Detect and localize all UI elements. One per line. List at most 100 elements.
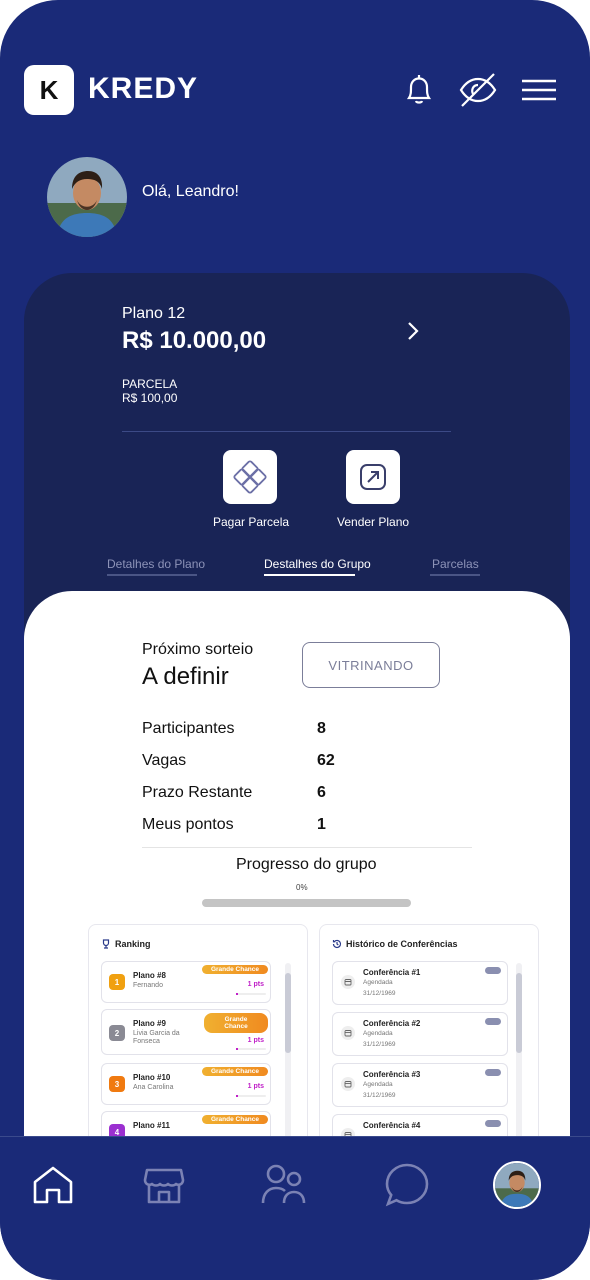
stat-label: Meus pontos xyxy=(142,816,234,833)
conference-status: Agendada xyxy=(363,979,393,986)
sell-plan-label: Vender Plano xyxy=(337,515,410,529)
chance-badge: Grande Chance xyxy=(204,1013,268,1033)
scrollbar-thumb[interactable] xyxy=(285,973,291,1053)
tab-group-details[interactable]: Destalhes do Grupo xyxy=(264,557,371,571)
stat-label: Prazo Restante xyxy=(142,784,253,801)
tab-plan-details[interactable]: Detalhes do Plano xyxy=(107,557,205,571)
conference-status: Agendada xyxy=(363,1081,393,1088)
conference-item[interactable]: Conferência #3 Agendada 31/12/1969 xyxy=(332,1063,508,1107)
rank-name: Ana Carolina xyxy=(133,1084,174,1091)
ranking-title: Ranking xyxy=(115,939,151,949)
history-title: Histórico de Conferências xyxy=(346,939,458,949)
rank-plan: Plano #10 xyxy=(133,1073,171,1082)
ranking-item[interactable]: 1 Plano #8 Fernando Grande Chance 1 pts xyxy=(101,961,271,1003)
sell-plan-button[interactable] xyxy=(346,450,400,504)
store-icon[interactable] xyxy=(140,1161,188,1209)
rank-name: Livia Garcia da Fonseca xyxy=(133,1030,180,1045)
stat-value: 62 xyxy=(317,752,335,769)
bottom-navigation xyxy=(0,1136,590,1280)
next-draw-label: Próximo sorteio xyxy=(142,641,254,658)
ranking-item[interactable]: 3 Plano #10 Ana Carolina Grande Chance 1… xyxy=(101,1063,271,1105)
conference-item[interactable]: Conferência #2 Agendada 31/12/1969 xyxy=(332,1012,508,1056)
pay-installment-label: Pagar Parcela xyxy=(213,515,290,529)
conference-title: Conferência #1 xyxy=(363,968,421,977)
ranking-card: Ranking 1 Plano #8 Fernando Grande Chanc… xyxy=(88,924,308,1164)
eye-off-icon[interactable] xyxy=(458,70,498,110)
app-screen: K KREDY Olá, Leandro! Plano 12 R$ 10.000… xyxy=(0,0,590,1280)
points-bar xyxy=(236,1095,266,1097)
ranking-item[interactable]: 2 Plano #9 Livia Garcia da Fonseca Grand… xyxy=(101,1009,271,1055)
tab-underline-active xyxy=(264,574,355,576)
stat-value: 1 xyxy=(317,816,326,833)
next-draw-value: A definir xyxy=(142,663,229,690)
progress-title: Progresso do grupo xyxy=(236,856,377,873)
rank-number: 3 xyxy=(109,1076,125,1092)
rank-plan: Plano #8 xyxy=(133,971,166,980)
tab-installments[interactable]: Parcelas xyxy=(432,557,479,571)
rank-points: 1 pts xyxy=(247,1083,264,1090)
status-tag xyxy=(485,967,501,974)
stat-value: 8 xyxy=(317,720,326,737)
rank-plan: Plano #9 xyxy=(133,1019,166,1028)
scrollbar[interactable] xyxy=(285,963,291,1141)
status-tag xyxy=(485,1069,501,1076)
people-icon[interactable] xyxy=(260,1161,308,1209)
home-icon[interactable] xyxy=(29,1161,77,1209)
parcela-value: R$ 100,00 xyxy=(122,391,178,405)
tab-underline xyxy=(107,574,197,576)
points-bar xyxy=(236,1048,266,1050)
trophy-icon xyxy=(102,939,110,949)
greeting: Olá, Leandro! xyxy=(142,183,239,200)
user-avatar[interactable] xyxy=(47,157,127,237)
progress-percent: 0% xyxy=(296,883,308,892)
scrollbar-thumb[interactable] xyxy=(516,973,522,1053)
chance-badge: Grande Chance xyxy=(202,965,268,974)
profile-avatar[interactable] xyxy=(493,1161,541,1209)
conference-title: Conferência #4 xyxy=(363,1121,421,1130)
conference-status: Agendada xyxy=(363,1030,393,1037)
brand-name: KREDY xyxy=(88,72,199,105)
rank-points: 1 pts xyxy=(247,981,264,988)
conference-date: 31/12/1969 xyxy=(363,1092,396,1099)
scrollbar[interactable] xyxy=(516,963,522,1141)
calendar-icon xyxy=(341,975,355,989)
status-tag xyxy=(485,1018,501,1025)
plan-name: Plano 12 xyxy=(122,305,186,322)
divider xyxy=(142,847,472,848)
parcela-label: PARCELA xyxy=(122,377,178,391)
chance-badge: Grande Chance xyxy=(202,1115,268,1124)
pay-installment-button[interactable] xyxy=(223,450,277,504)
tab-underline xyxy=(430,574,480,576)
conference-title: Conferência #2 xyxy=(363,1019,421,1028)
calendar-icon xyxy=(341,1077,355,1091)
logo: K xyxy=(24,65,74,115)
sell-icon xyxy=(360,464,386,490)
rank-number: 2 xyxy=(109,1025,125,1041)
chat-icon[interactable] xyxy=(383,1161,431,1209)
conference-title: Conferência #3 xyxy=(363,1070,421,1079)
menu-icon[interactable] xyxy=(519,70,559,110)
stat-label: Vagas xyxy=(142,752,187,769)
chevron-right-icon[interactable] xyxy=(402,320,422,342)
bell-icon[interactable] xyxy=(399,70,439,110)
points-bar xyxy=(236,993,266,995)
progress-bar xyxy=(202,899,411,907)
rank-name: Fernando xyxy=(133,982,163,989)
divider xyxy=(122,431,451,432)
calendar-icon xyxy=(341,1026,355,1040)
rank-number: 1 xyxy=(109,974,125,990)
stat-label: Participantes xyxy=(142,720,235,737)
status-tag xyxy=(485,1120,501,1127)
stat-value: 6 xyxy=(317,784,326,801)
history-icon xyxy=(332,939,342,949)
chance-badge: Grande Chance xyxy=(202,1067,268,1076)
rank-points: 1 pts xyxy=(247,1037,264,1044)
conference-date: 31/12/1969 xyxy=(363,990,396,997)
rank-plan: Plano #11 xyxy=(133,1121,170,1130)
conference-item[interactable]: Conferência #1 Agendada 31/12/1969 xyxy=(332,961,508,1005)
plan-value: R$ 10.000,00 xyxy=(122,327,267,354)
pay-icon xyxy=(233,460,267,494)
history-card: Histórico de Conferências Conferência #1… xyxy=(319,924,539,1164)
conference-date: 31/12/1969 xyxy=(363,1041,396,1048)
status-button[interactable]: VITRINANDO xyxy=(302,642,440,688)
